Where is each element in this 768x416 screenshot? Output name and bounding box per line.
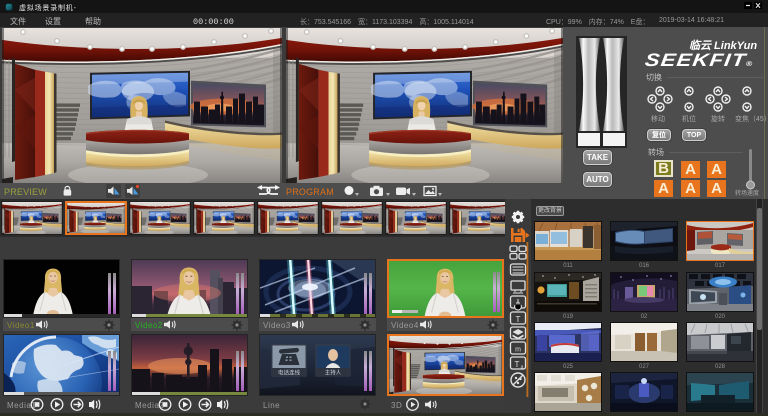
svg-text:a: a [521, 365, 524, 371]
svg-text:电话连线: 电话连线 [278, 369, 301, 377]
svg-text:m: m [515, 347, 521, 354]
svg-text:主持人: 主持人 [325, 369, 342, 377]
svg-text:T: T [515, 360, 520, 369]
svg-text:T: T [516, 315, 521, 324]
